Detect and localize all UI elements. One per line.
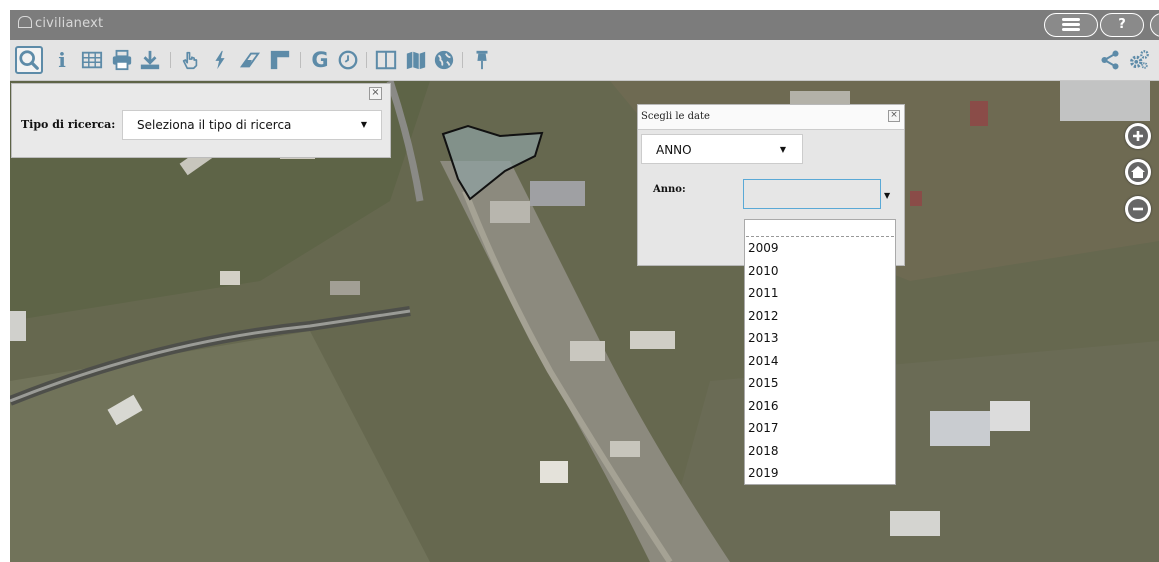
- year-option[interactable]: 2013: [745, 327, 895, 350]
- zoom-out-icon: [1128, 199, 1148, 219]
- globe-icon: [434, 50, 454, 70]
- ruler-icon: [270, 50, 290, 70]
- erase-tool[interactable]: [238, 48, 262, 72]
- brand-name: civilianext: [35, 16, 104, 31]
- pan-tool[interactable]: [178, 48, 202, 72]
- layers-icon: [1062, 18, 1080, 32]
- toolbar: i G: [10, 40, 1159, 81]
- zoom-in-button[interactable]: [1125, 123, 1151, 149]
- date-mode-value: ANNO: [656, 143, 692, 157]
- date-mode-select[interactable]: ANNO ▼: [641, 134, 803, 164]
- year-option[interactable]: 2011: [745, 282, 895, 305]
- settings-icon: [1130, 50, 1149, 69]
- hand-pointer-icon: [182, 51, 198, 70]
- search-type-value: Seleziona il tipo di ricerca: [137, 118, 292, 132]
- search-tool[interactable]: [15, 46, 43, 74]
- info-icon: i: [58, 48, 66, 72]
- toolbar-separator: [300, 52, 301, 68]
- search-type-select[interactable]: Seleziona il tipo di ricerca ▼: [122, 110, 382, 140]
- year-option[interactable]: 2012: [745, 305, 895, 328]
- year-option[interactable]: 2017: [745, 417, 895, 440]
- user-button[interactable]: [1150, 13, 1159, 37]
- lightning-icon: [215, 50, 225, 70]
- brand-mark-icon: [18, 16, 32, 28]
- chevron-down-icon: ▼: [779, 145, 786, 154]
- table-tool[interactable]: [80, 48, 104, 72]
- app-frame: civilianext ? i G × Tipo di ricerca: Sel…: [10, 10, 1159, 562]
- toolbar-separator: [170, 52, 171, 68]
- year-option[interactable]: 2015: [745, 372, 895, 395]
- clock-icon: [338, 50, 358, 70]
- year-label: Anno:: [653, 184, 686, 195]
- eraser-icon: [239, 52, 261, 68]
- print-icon: [112, 49, 132, 71]
- chevron-down-icon: ▼: [360, 120, 367, 129]
- settings-tool[interactable]: [1127, 48, 1151, 72]
- zoom-in-icon: [1128, 126, 1148, 146]
- title-bar: civilianext ?: [10, 10, 1159, 40]
- year-option[interactable]: 2019: [745, 462, 895, 485]
- year-select[interactable]: [743, 179, 881, 209]
- map-tool[interactable]: [404, 48, 428, 72]
- split-panel-icon: [375, 50, 397, 70]
- google-tool[interactable]: G: [308, 48, 332, 72]
- share-icon: [1101, 50, 1119, 70]
- compare-tool[interactable]: [374, 48, 398, 72]
- date-chooser-close-button[interactable]: ×: [888, 110, 900, 122]
- download-icon: [140, 50, 160, 70]
- toolbar-separator: [366, 52, 367, 68]
- chevron-down-icon[interactable]: ▼: [884, 191, 890, 200]
- help-button[interactable]: ?: [1100, 13, 1144, 37]
- date-chooser-header: Scegli le date ×: [638, 105, 904, 130]
- pin-icon: [476, 50, 488, 70]
- g-icon: G: [311, 48, 329, 72]
- table-icon: [81, 51, 103, 69]
- quick-action-tool[interactable]: [208, 48, 232, 72]
- home-icon: [1128, 162, 1148, 182]
- toolbar-separator: [462, 52, 463, 68]
- year-option-empty[interactable]: [746, 220, 894, 237]
- layers-button[interactable]: [1044, 13, 1098, 37]
- year-option[interactable]: 2016: [745, 395, 895, 418]
- search-panel-close-button[interactable]: ×: [369, 87, 382, 100]
- history-tool[interactable]: [336, 48, 360, 72]
- info-tool[interactable]: i: [50, 48, 74, 72]
- share-tool[interactable]: [1098, 48, 1122, 72]
- print-tool[interactable]: [110, 48, 134, 72]
- search-panel: × Tipo di ricerca: Seleziona il tipo di …: [11, 83, 391, 158]
- year-option[interactable]: 2009: [745, 237, 895, 260]
- search-type-label: Tipo di ricerca:: [21, 118, 116, 131]
- date-chooser-title: Scegli le date: [641, 111, 710, 122]
- brand-logo: civilianext: [18, 16, 103, 31]
- globe-tool[interactable]: [432, 48, 456, 72]
- year-option[interactable]: 2010: [745, 260, 895, 283]
- year-dropdown-list: 2009 2010 2011 2012 2013 2014 2015 2016 …: [744, 219, 896, 485]
- download-tool[interactable]: [138, 48, 162, 72]
- map-icon: [406, 51, 426, 70]
- measure-tool[interactable]: [268, 48, 292, 72]
- home-button[interactable]: [1125, 159, 1151, 185]
- year-option[interactable]: 2014: [745, 350, 895, 373]
- search-icon: [19, 50, 39, 70]
- zoom-out-button[interactable]: [1125, 196, 1151, 222]
- pin-tool[interactable]: [470, 48, 494, 72]
- year-option[interactable]: 2018: [745, 440, 895, 463]
